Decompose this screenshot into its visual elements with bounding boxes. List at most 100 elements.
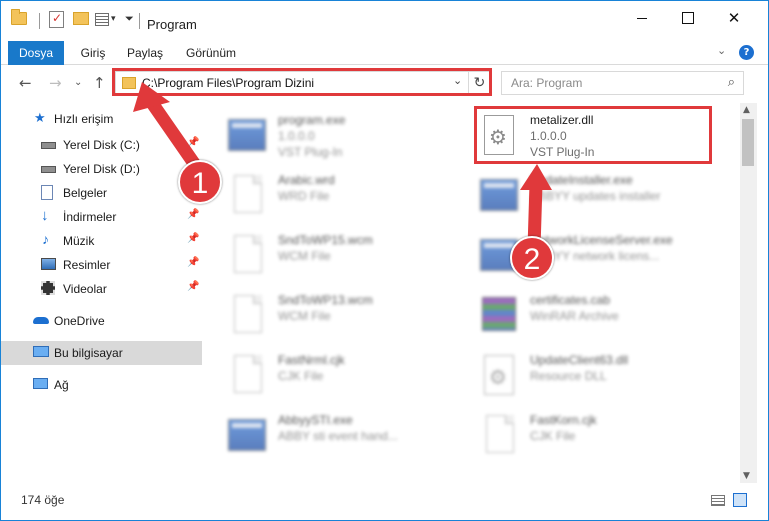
file-name: SndToWP15.wcm [278,233,373,247]
sidebar-item-pictures[interactable]: Resimler 📌 [1,253,202,277]
details-view-icon[interactable] [711,495,725,506]
file-type: CJK File [530,429,576,443]
document-file-icon [226,293,266,339]
sidebar-item-downloads[interactable]: ↓ İndirmeler 📌 [1,205,202,229]
sidebar-item-label: Resimler [63,258,111,272]
archive-file-icon [478,293,518,339]
file-name: FastKorn.cjk [530,413,597,427]
tab-view[interactable]: Görünüm [181,41,241,65]
minimize-button[interactable] [619,1,665,35]
pin-icon[interactable]: 📌 [187,233,199,244]
title-bar: ▾ ⏷ Program ✕ [1,1,768,41]
address-highlight-box [112,68,492,96]
sidebar-item-onedrive[interactable]: OneDrive [1,309,202,333]
file-name: SndToWP13.wcm [278,293,373,307]
pictures-icon [41,258,56,270]
file-name: UpdateInstaller.exe [530,173,633,187]
back-arrow-icon[interactable]: ← [19,74,32,92]
file-type: VST Plug-In [278,145,343,159]
scrollbar-thumb[interactable] [742,119,754,166]
file-name: certificates.cab [530,293,611,307]
pin-icon[interactable]: 📌 [187,281,199,292]
cloud-icon [33,317,49,324]
recent-locations-icon[interactable]: ⌄ [74,77,82,88]
window-title: Program [147,17,197,32]
music-icon: ♪ [42,231,49,247]
exe-file-icon [478,173,518,219]
search-input[interactable]: Ara: Program ⌕ [501,71,744,95]
sidebar-item-this-pc[interactable]: Bu bilgisayar [1,341,202,365]
exe-file-icon [226,113,266,159]
expand-ribbon-icon[interactable]: ⌄ [717,44,726,57]
vertical-scrollbar[interactable]: ▲ ▼ [740,103,757,483]
file-highlight-box [474,106,712,164]
file-item[interactable]: FastKorn.cjk CJK File [458,405,708,463]
view-icon[interactable] [95,13,109,26]
forward-arrow-icon[interactable]: → [49,74,62,92]
sidebar-item-disk-d[interactable]: Yerel Disk (D:) [1,157,202,181]
file-item[interactable]: SndToWP15.wcm WCM File [206,225,456,283]
close-button[interactable]: ✕ [711,1,757,35]
ribbon-tabs: Dosya Giriş Paylaş Görünüm ⌄ ? [1,41,768,65]
file-item[interactable]: Arabic.wrd WRD File [206,165,456,223]
up-arrow-icon[interactable]: ↑ [93,74,106,92]
navigation-pane: ★ Hızlı erişim Yerel Disk (C:) 📌 Yerel D… [1,103,206,483]
drive-icon [41,142,56,149]
file-type: WRD File [278,189,330,203]
file-name: AbbyySTI.exe [278,413,353,427]
folder-icon[interactable] [11,9,27,25]
sidebar-item-music[interactable]: ♪ Müzik 📌 [1,229,202,253]
chevron-down-icon[interactable]: ▾ [111,14,116,24]
scroll-up-icon[interactable]: ▲ [743,105,750,115]
new-folder-icon[interactable] [73,12,89,25]
file-name: program.exe [278,113,346,127]
file-item[interactable]: UpdateInstaller.exe ABBYY updates instal… [458,165,708,223]
tab-share[interactable]: Paylaş [123,41,167,65]
sidebar-item-documents[interactable]: Belgeler [1,181,202,205]
sidebar-item-network[interactable]: Ağ [1,373,202,397]
file-name: NetworkLicenseServer.exe [530,233,673,247]
file-name: Arabic.wrd [278,173,335,187]
sidebar-item-quick-access[interactable]: ★ Hızlı erişim [1,107,202,131]
file-name: FastNrml.cjk [278,353,345,367]
sidebar-item-disk-c[interactable]: Yerel Disk (C:) 📌 [1,133,202,157]
sidebar-item-videos[interactable]: Videolar 📌 [1,277,202,301]
properties-icon[interactable] [49,11,64,28]
step-badge-2: 2 [510,236,554,280]
file-item[interactable]: UpdateClient63.dll Resource DLL [458,345,708,403]
sidebar-item-label: İndirmeler [63,210,117,224]
search-placeholder: Ara: Program [511,76,583,90]
exe-file-icon [226,413,266,459]
customize-toolbar-icon[interactable]: ⏷ [125,12,134,26]
file-name: UpdateClient63.dll [530,353,629,367]
scroll-down-icon[interactable]: ▼ [743,471,750,481]
sidebar-item-label: Yerel Disk (D:) [63,162,140,176]
sidebar-item-label: Hızlı erişim [54,112,114,126]
pin-icon[interactable]: 📌 [187,137,199,148]
pin-icon[interactable]: 📌 [187,209,199,220]
help-icon[interactable]: ? [739,45,754,60]
sidebar-item-label: Müzik [63,234,95,248]
item-count: 174 öğe [21,493,65,507]
dll-file-icon [478,353,518,399]
file-type: WinRAR Archive [530,309,619,323]
file-item[interactable]: FastNrml.cjk CJK File [206,345,456,403]
file-item[interactable]: program.exe 1.0.0.0 VST Plug-In [206,105,456,163]
sidebar-item-label: Bu bilgisayar [54,346,123,360]
drive-icon [41,166,56,173]
search-icon[interactable]: ⌕ [728,75,735,90]
tab-home[interactable]: Giriş [73,41,113,65]
pin-icon[interactable]: 📌 [187,257,199,268]
maximize-button[interactable] [665,1,711,35]
tab-file[interactable]: Dosya [8,41,64,65]
file-item[interactable]: certificates.cab WinRAR Archive [458,285,708,343]
computer-icon [33,346,49,357]
videos-icon [41,281,55,295]
file-item[interactable]: AbbyySTI.exe ABBY sti event hand... [206,405,456,463]
file-type: CJK File [278,369,324,383]
tiles-view-icon[interactable] [733,493,747,507]
network-icon [33,378,48,389]
file-item[interactable]: SndToWP13.wcm WCM File [206,285,456,343]
step-badge-1: 1 [178,160,222,204]
file-item[interactable]: NetworkLicenseServer.exe ABBYY network l… [458,225,708,283]
